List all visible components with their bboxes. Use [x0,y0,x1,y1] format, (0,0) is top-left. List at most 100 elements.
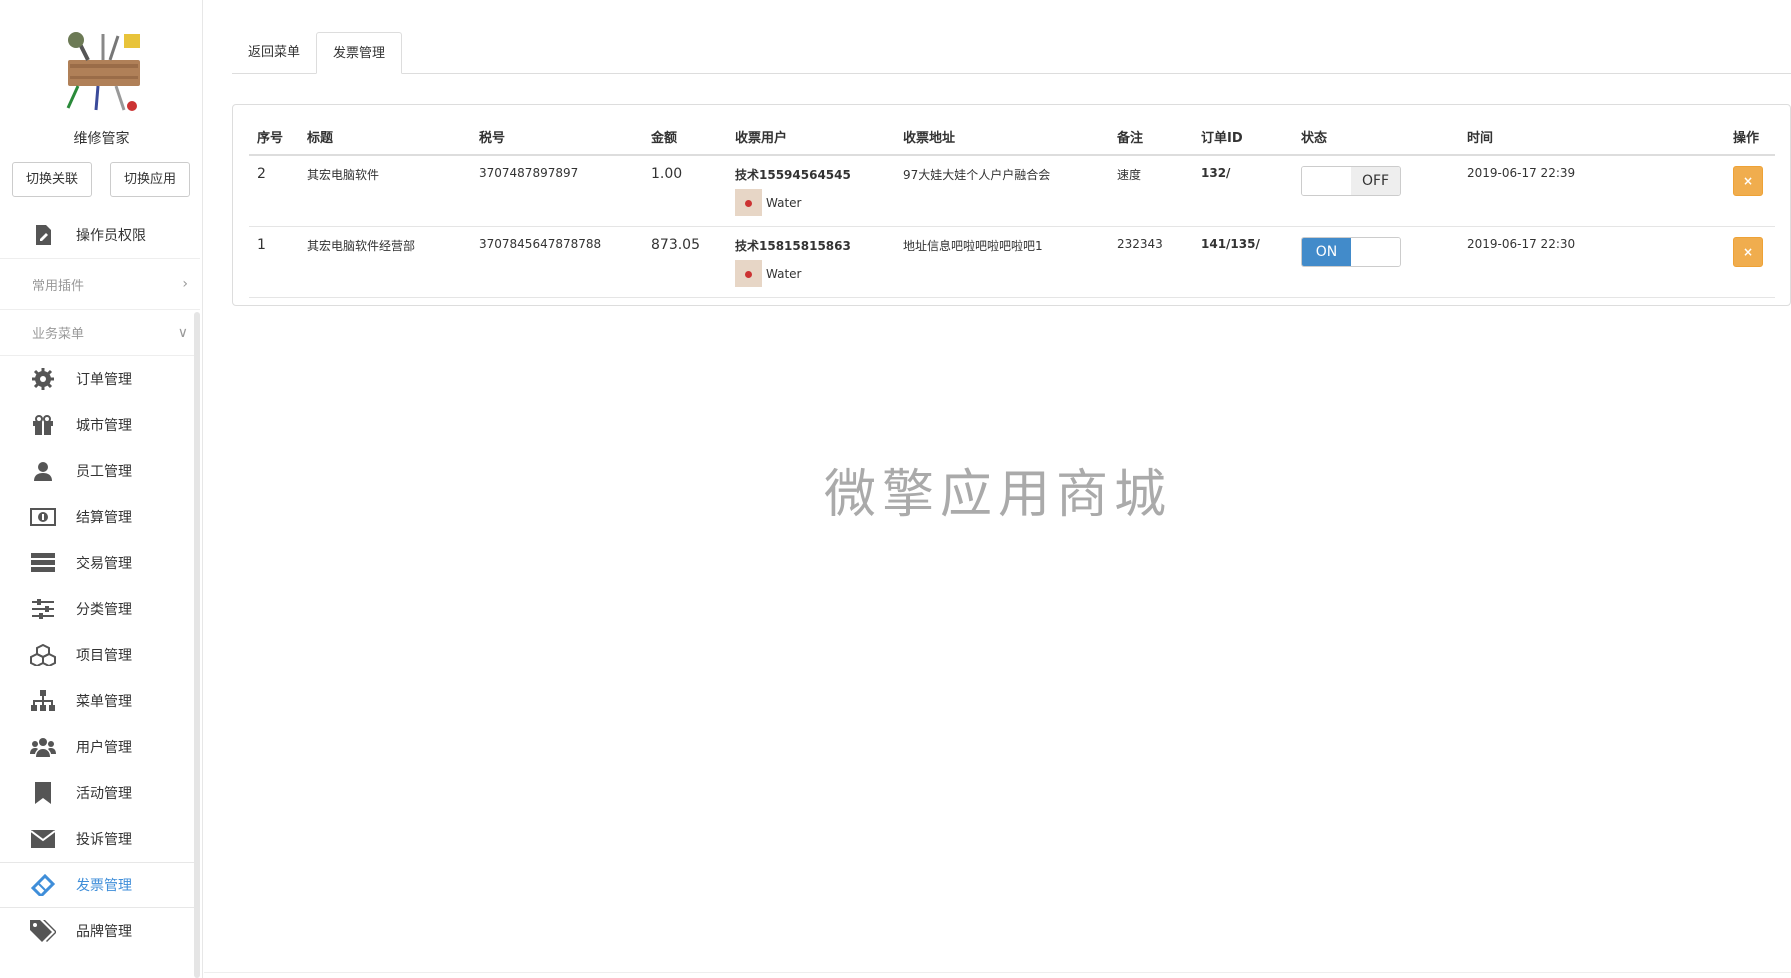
cell-actions: × [1725,155,1775,227]
cell-address: 97大娃大娃个人户户融合会 [895,155,1109,227]
sidebar-item-projects[interactable]: 项目管理 [0,632,200,678]
header-order-id: 订单ID [1193,119,1293,156]
header-status: 状态 [1293,119,1459,156]
bookmark-icon [30,782,56,804]
user-line: Water [735,189,887,216]
sidebar-item-users[interactable]: 用户管理 [0,724,200,770]
user-line: Water [735,260,887,287]
toggle-off-label: OFF [1351,167,1400,195]
header-time: 时间 [1459,119,1725,156]
sidebar-item-label: 员工管理 [76,464,132,480]
avatar [735,189,762,216]
header-title: 标题 [299,119,471,156]
user-nickname: Water [766,195,802,210]
tab-invoice-management[interactable]: 发票管理 [316,32,403,74]
cell-title: 其宏电脑软件经营部 [299,226,471,298]
table-row: 2 其宏电脑软件 3707487897897 1.00 技术1559456454… [249,155,1775,227]
tags-icon [30,920,56,942]
tab-back-to-menu[interactable]: 返回菜单 [232,32,316,74]
toggle-knob [1302,167,1351,195]
cell-recipient-user: 技术15815815863 Water [727,226,895,298]
cell-status: OFF [1293,155,1459,227]
status-toggle[interactable]: OFF [1301,166,1401,196]
sidebar-item-label: 发票管理 [76,878,132,894]
user-icon [30,460,56,482]
users-icon [30,736,56,758]
sidebar-item-categories[interactable]: 分类管理 [0,586,200,632]
header-tax-number: 税号 [471,119,643,156]
sidebar-item-label: 品牌管理 [76,924,132,940]
chevron-down-icon: ∨ [177,324,188,341]
invoice-table: 序号 标题 税号 金额 收票用户 收票地址 备注 订单ID 状态 时间 操作 2… [249,119,1775,298]
sidebar-item-operator-permissions[interactable]: 操作员权限 [0,212,200,258]
cell-title: 其宏电脑软件 [299,155,471,227]
server-icon [30,552,56,574]
cell-recipient-user: 技术15594564545 Water [727,155,895,227]
toggle-knob [1351,238,1400,266]
group-common-plugins[interactable]: 常用插件 › [0,258,200,310]
invoice-panel: 序号 标题 税号 金额 收票用户 收票地址 备注 订单ID 状态 时间 操作 2… [232,104,1791,306]
avatar [735,260,762,287]
switch-association-button[interactable]: 切换关联 [12,162,92,197]
cell-order-id: 132/ [1193,155,1293,227]
user-account: 技术15815815863 [735,239,851,253]
table-header-row: 序号 标题 税号 金额 收票用户 收票地址 备注 订单ID 状态 时间 操作 [249,119,1775,156]
brand-area: 维修管家 切换关联 切换应用 [0,0,202,212]
sidebar-item-label: 分类管理 [76,602,132,618]
sidebar-menu: 操作员权限 常用插件 › 业务菜单 ∨ 订单管理 城市管理 员工管理 结算管理 … [0,212,200,954]
group-business-menu[interactable]: 业务菜单 ∨ [0,310,200,356]
watermark: 微擎应用商城 [823,465,1172,525]
header-recipient-user: 收票用户 [727,119,895,156]
sidebar-item-complaints[interactable]: 投诉管理 [0,816,200,862]
cell-status: ON [1293,226,1459,298]
cell-order-id: 141/135/ [1193,226,1293,298]
sidebar-item-activities[interactable]: 活动管理 [0,770,200,816]
sidebar-item-cities[interactable]: 城市管理 [0,402,200,448]
sidebar-item-brands[interactable]: 品牌管理 [0,908,200,954]
tools-logo-icon [66,32,140,111]
group-label: 业务菜单 [32,327,85,342]
sidebar-item-label: 用户管理 [76,740,132,756]
cell-remark: 232343 [1109,226,1193,298]
money-icon [30,506,56,528]
user-account: 技术15594564545 [735,168,851,182]
delete-button[interactable]: × [1733,237,1763,267]
tab-bar: 返回菜单 发票管理 [232,32,1791,74]
sidebar-item-label: 城市管理 [76,418,132,434]
header-remark: 备注 [1109,119,1193,156]
sidebar-item-menus[interactable]: 菜单管理 [0,678,200,724]
switch-app-button[interactable]: 切换应用 [110,162,190,197]
group-label: 常用插件 [32,278,85,294]
user-nickname: Water [766,266,802,281]
cell-amount: 873.05 [643,226,727,298]
delete-button[interactable]: × [1733,166,1763,196]
envelope-icon [30,828,56,850]
sidebar-item-label: 项目管理 [76,648,132,664]
footer-divider [204,972,1791,973]
sidebar-item-label: 结算管理 [76,510,132,526]
sidebar-item-transactions[interactable]: 交易管理 [0,540,200,586]
sidebar: 维修管家 切换关联 切换应用 操作员权限 常用插件 › 业务菜单 ∨ 订单管理 … [0,0,203,978]
gear-icon [30,368,56,390]
table-row: 1 其宏电脑软件经营部 3707845647878788 873.05 技术15… [249,226,1775,298]
cell-actions: × [1725,226,1775,298]
sidebar-item-label: 菜单管理 [76,694,132,710]
sliders-icon [30,598,56,620]
cell-remark: 速度 [1109,155,1193,227]
cell-tax-number: 3707487897897 [471,155,643,227]
sidebar-item-orders[interactable]: 订单管理 [0,356,200,402]
sidebar-item-settlement[interactable]: 结算管理 [0,494,200,540]
sidebar-item-employees[interactable]: 员工管理 [0,448,200,494]
status-toggle[interactable]: ON [1301,237,1401,267]
chevron-right-icon: › [182,276,188,292]
sidebar-item-invoices[interactable]: 发票管理 [0,862,200,908]
sidebar-scrollbar[interactable] [194,312,200,978]
gift-icon [30,414,56,436]
cell-index: 1 [249,226,299,298]
header-recipient-address: 收票地址 [895,119,1109,156]
cell-index: 2 [249,155,299,227]
sidebar-item-label: 活动管理 [76,786,132,802]
header-amount: 金额 [643,119,727,156]
app-root: 维修管家 切换关联 切换应用 操作员权限 常用插件 › 业务菜单 ∨ 订单管理 … [0,0,1791,978]
header-actions: 操作 [1725,119,1775,156]
